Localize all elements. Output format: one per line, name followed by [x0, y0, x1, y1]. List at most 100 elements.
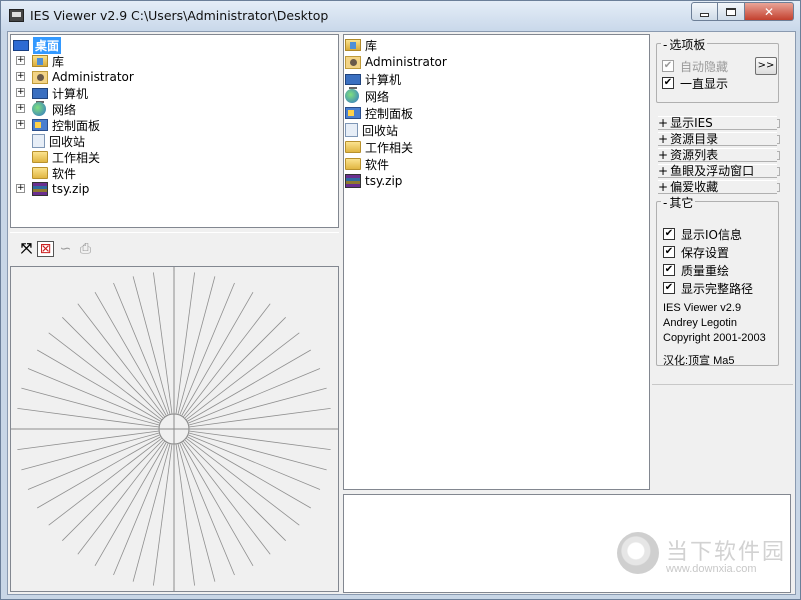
expand-icon[interactable]: +: [16, 120, 25, 129]
expand-icon[interactable]: +: [16, 72, 25, 81]
list-item[interactable]: 网络: [345, 88, 389, 104]
view-toolbar: ⤧ ⊠ ∽ ⎙: [10, 232, 339, 263]
localization-credit: 汉化:顶宣 Ma5: [663, 355, 735, 367]
photometric-preview[interactable]: [10, 266, 339, 592]
checkbox-label: 保存设置: [681, 245, 730, 260]
tree-item-network[interactable]: + 网络: [16, 101, 76, 117]
title-bar[interactable]: IES Viewer v2.9 C:\Users\Administrator\D…: [1, 1, 800, 31]
folder-icon: [32, 167, 48, 179]
list-item[interactable]: 库: [345, 37, 377, 53]
tree-item-tsy-zip[interactable]: + tsy.zip: [16, 181, 89, 197]
section-label: 鱼眼及浮动窗口: [670, 164, 755, 178]
checkbox-box[interactable]: ✔: [663, 228, 675, 240]
about-author: Andrey Legotin: [663, 317, 737, 329]
checkbox-box: ✔: [662, 60, 674, 72]
list-item-label: 控制面板: [365, 106, 414, 121]
recycle-bin-icon: [345, 123, 358, 137]
polar-ray: [113, 282, 169, 416]
checkbox-box[interactable]: ✔: [663, 282, 675, 294]
tree-item-desktop[interactable]: 桌面: [13, 36, 62, 54]
expand-icon[interactable]: +: [16, 88, 25, 97]
checkbox-label: 自动隐藏: [680, 59, 729, 74]
section-bar-end: [777, 151, 780, 160]
print-icon[interactable]: ⎙: [77, 241, 94, 257]
watermark-url: www.downxia.com: [666, 563, 757, 575]
list-item[interactable]: 工作相关: [345, 139, 413, 155]
save-settings-checkbox[interactable]: ✔ 保存设置: [663, 244, 729, 260]
polar-diagram: [11, 267, 338, 591]
watermark-text: 当下软件园: [666, 540, 787, 565]
tree-item-label: 计算机: [52, 86, 89, 101]
watermark-logo-icon: [617, 532, 659, 574]
section-show-ies[interactable]: 显示IES: [658, 116, 780, 130]
client-area: 桌面 + 库 + Administrator + 计算机 + 网络 + 控制面板…: [7, 31, 796, 595]
tree-item-label: 回收站: [49, 134, 86, 149]
section-favorites[interactable]: 偏爱收藏: [658, 180, 780, 194]
expand-panel-button[interactable]: >>: [755, 57, 777, 75]
section-label: 显示IES: [670, 116, 713, 130]
minimize-button[interactable]: [691, 2, 718, 21]
polar-ray: [113, 442, 169, 576]
list-item[interactable]: 回收站: [345, 122, 398, 138]
list-item-label: 工作相关: [365, 140, 414, 155]
network-icon: [32, 102, 46, 116]
other-group-title[interactable]: 其它: [661, 194, 696, 211]
3d-view-icon[interactable]: ⊠: [37, 241, 54, 257]
app-window: IES Viewer v2.9 C:\Users\Administrator\D…: [0, 0, 801, 600]
file-list[interactable]: 库 Administrator 计算机 网络 控制面板 回收站 工作相关 软件 …: [343, 34, 650, 490]
options-group: 选项板 ✔ 自动隐藏 ✔ 一直显示 >>: [656, 36, 779, 103]
options-sidebar: 选项板 ✔ 自动隐藏 ✔ 一直显示 >> 显示IES 资源目录 资源列表 鱼眼及…: [652, 34, 793, 592]
polar-ray: [179, 442, 235, 576]
tree-item-administrator[interactable]: + Administrator: [16, 69, 134, 85]
list-item[interactable]: 控制面板: [345, 105, 413, 121]
user-folder-icon: [32, 70, 48, 84]
tree-item-work[interactable]: 工作相关: [32, 149, 100, 165]
polar-ray: [153, 443, 173, 586]
list-item[interactable]: Administrator: [345, 54, 447, 70]
section-resource-list[interactable]: 资源列表: [658, 148, 780, 162]
maximize-button[interactable]: [718, 2, 745, 21]
polar-ray: [17, 408, 160, 428]
polar-ray: [77, 303, 166, 418]
window-controls: ✕: [691, 2, 794, 21]
always-show-checkbox[interactable]: ✔ 一直显示: [662, 75, 728, 91]
polar-ray: [94, 441, 167, 567]
tree-item-label: 控制面板: [52, 118, 101, 133]
list-item[interactable]: 软件: [345, 156, 389, 172]
fit-view-icon[interactable]: ⤧: [18, 241, 35, 257]
cone-view-icon[interactable]: ∽: [57, 241, 74, 257]
list-item[interactable]: 计算机: [345, 71, 401, 89]
app-icon[interactable]: [9, 9, 24, 22]
expand-icon[interactable]: +: [16, 104, 25, 113]
options-group-title[interactable]: 选项板: [661, 36, 708, 53]
show-io-info-checkbox[interactable]: ✔ 显示IO信息: [663, 226, 742, 242]
about-copyright: Copyright 2001-2003: [663, 332, 766, 344]
library-icon: [32, 55, 48, 67]
checkbox-box[interactable]: ✔: [663, 264, 675, 276]
section-bar-end: [777, 119, 780, 128]
list-item-label: tsy.zip: [365, 174, 403, 188]
maximize-icon: [726, 7, 736, 16]
expand-icon[interactable]: +: [16, 56, 25, 65]
checkbox-box[interactable]: ✔: [662, 77, 674, 89]
section-resource-dir[interactable]: 资源目录: [658, 132, 780, 146]
tree-item-computer[interactable]: + 计算机: [16, 85, 89, 103]
tree-item-software[interactable]: 软件: [32, 165, 76, 181]
polar-ray: [186, 349, 312, 422]
tree-item-control-panel[interactable]: + 控制面板: [16, 117, 100, 133]
minimize-icon: [700, 12, 709, 17]
tree-item-recycle-bin[interactable]: 回收站: [32, 133, 85, 149]
list-item-label: 库: [365, 38, 378, 53]
folder-tree[interactable]: 桌面 + 库 + Administrator + 计算机 + 网络 + 控制面板…: [10, 34, 339, 228]
show-full-path-checkbox[interactable]: ✔ 显示完整路径: [663, 280, 753, 296]
list-item[interactable]: tsy.zip: [345, 173, 402, 189]
polar-ray: [181, 441, 254, 567]
network-icon: [345, 89, 359, 103]
close-button[interactable]: ✕: [745, 2, 794, 21]
tree-item-library[interactable]: + 库: [16, 53, 64, 69]
quality-redraw-checkbox[interactable]: ✔ 质量重绘: [663, 262, 729, 278]
section-fisheye[interactable]: 鱼眼及浮动窗口: [658, 164, 780, 178]
checkbox-box[interactable]: ✔: [663, 246, 675, 258]
expand-icon[interactable]: +: [16, 184, 25, 193]
control-panel-icon: [345, 107, 361, 119]
